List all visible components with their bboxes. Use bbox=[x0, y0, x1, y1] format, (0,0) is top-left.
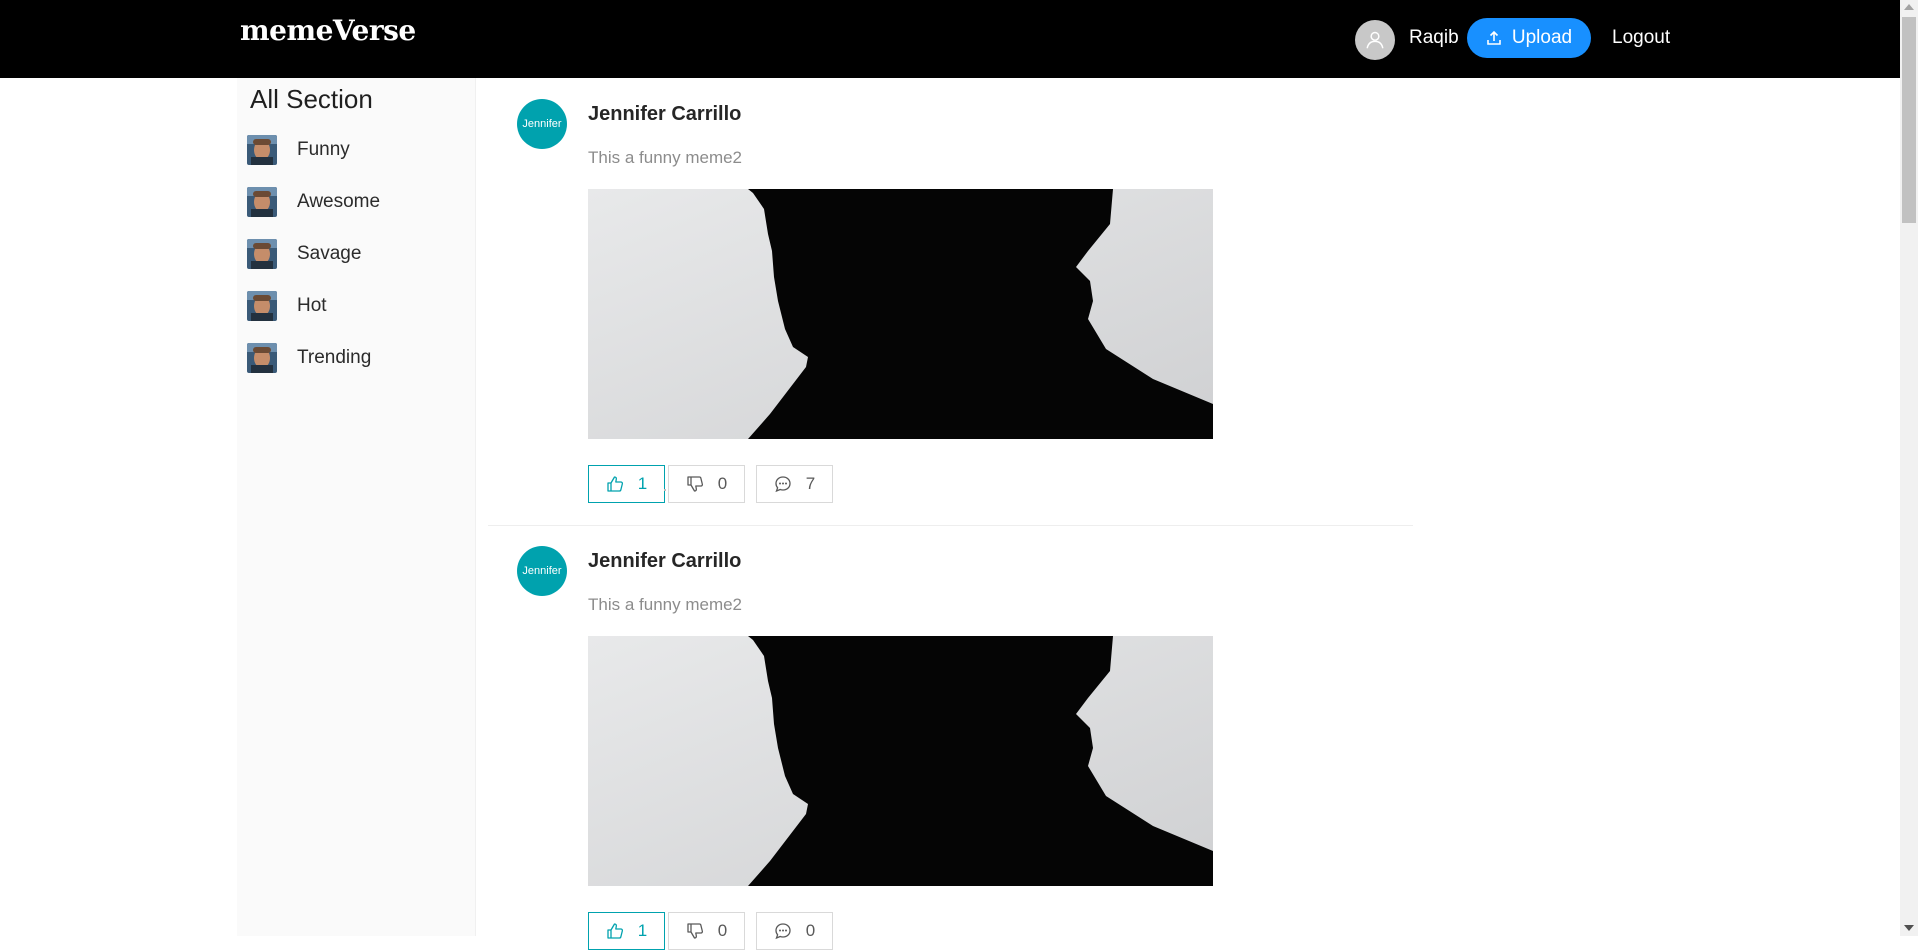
author-avatar[interactable]: Jennifer bbox=[517, 546, 567, 596]
meme-image[interactable] bbox=[588, 189, 1213, 439]
sidebar-item-trending[interactable]: Trending bbox=[247, 340, 467, 376]
dislike-button[interactable]: 0 bbox=[668, 465, 745, 503]
user-name[interactable]: Raqib bbox=[1409, 27, 1459, 49]
author-avatar[interactable]: Jennifer bbox=[517, 99, 567, 149]
post-author[interactable]: Jennifer Carrillo bbox=[588, 103, 741, 126]
thumbs-up-icon bbox=[607, 476, 623, 492]
thumbs-down-icon bbox=[687, 923, 703, 939]
user-avatar[interactable] bbox=[1355, 20, 1395, 60]
meme-thumbnail-icon bbox=[247, 135, 277, 165]
dislike-button[interactable]: 0 bbox=[668, 912, 745, 950]
scroll-down-arrow-icon[interactable] bbox=[1904, 925, 1914, 931]
logout-link[interactable]: Logout bbox=[1612, 27, 1670, 49]
sidebar-item-label: Hot bbox=[297, 295, 327, 316]
sidebar-item-label: Savage bbox=[297, 243, 362, 264]
sidebar-item-label: Funny bbox=[297, 139, 350, 160]
top-navbar: memeVerse Raqib Upload Logout bbox=[0, 0, 1900, 78]
post-caption: This a funny meme2 bbox=[588, 148, 743, 167]
sidebar-item-savage[interactable]: Savage bbox=[247, 236, 467, 272]
dislike-count: 0 bbox=[717, 921, 728, 940]
upload-button[interactable]: Upload bbox=[1467, 18, 1591, 58]
meme-post: Jennifer Jennifer Carrillo This a funny … bbox=[488, 525, 1413, 950]
scroll-up-arrow-icon[interactable] bbox=[1904, 4, 1914, 10]
upload-button-label: Upload bbox=[1511, 27, 1573, 48]
upload-icon bbox=[1487, 30, 1501, 45]
user-icon bbox=[1366, 31, 1384, 49]
post-caption: This a funny meme2 bbox=[588, 595, 743, 614]
scrollbar-thumb[interactable] bbox=[1902, 17, 1916, 223]
comment-count: 7 bbox=[805, 474, 816, 493]
sidebar-item-funny[interactable]: Funny bbox=[247, 132, 467, 168]
meme-thumbnail-icon bbox=[247, 291, 277, 321]
comment-icon bbox=[775, 476, 791, 493]
thumbs-up-icon bbox=[607, 923, 623, 939]
sidebar-item-hot[interactable]: Hot bbox=[247, 288, 467, 324]
sidebar-title: All Section bbox=[250, 84, 373, 114]
meme-post: Jennifer Jennifer Carrillo This a funny … bbox=[488, 78, 1413, 526]
separator-dot bbox=[664, 489, 666, 491]
like-button[interactable]: 1 bbox=[588, 465, 665, 503]
meme-thumbnail-icon bbox=[247, 239, 277, 269]
sidebar-item-label: Awesome bbox=[297, 191, 381, 212]
like-count: 1 bbox=[637, 474, 648, 493]
post-author[interactable]: Jennifer Carrillo bbox=[588, 550, 741, 573]
comment-button[interactable]: 7 bbox=[756, 465, 833, 503]
like-button[interactable]: 1 bbox=[588, 912, 665, 950]
app-logo[interactable]: memeVerse bbox=[240, 14, 416, 47]
comment-button[interactable]: 0 bbox=[756, 912, 833, 950]
meme-thumbnail-icon bbox=[247, 343, 277, 373]
meme-thumbnail-icon bbox=[247, 187, 277, 217]
comment-count: 0 bbox=[805, 921, 816, 940]
thumbs-down-icon bbox=[687, 476, 703, 492]
dislike-count: 0 bbox=[717, 474, 728, 493]
sidebar-item-awesome[interactable]: Awesome bbox=[247, 184, 467, 220]
like-count: 1 bbox=[637, 921, 648, 940]
sidebar-item-label: Trending bbox=[297, 347, 372, 368]
comment-icon bbox=[775, 923, 791, 940]
sidebar: All Section Funny Awesome Savage Hot Tre… bbox=[237, 78, 476, 936]
meme-image[interactable] bbox=[588, 636, 1213, 886]
